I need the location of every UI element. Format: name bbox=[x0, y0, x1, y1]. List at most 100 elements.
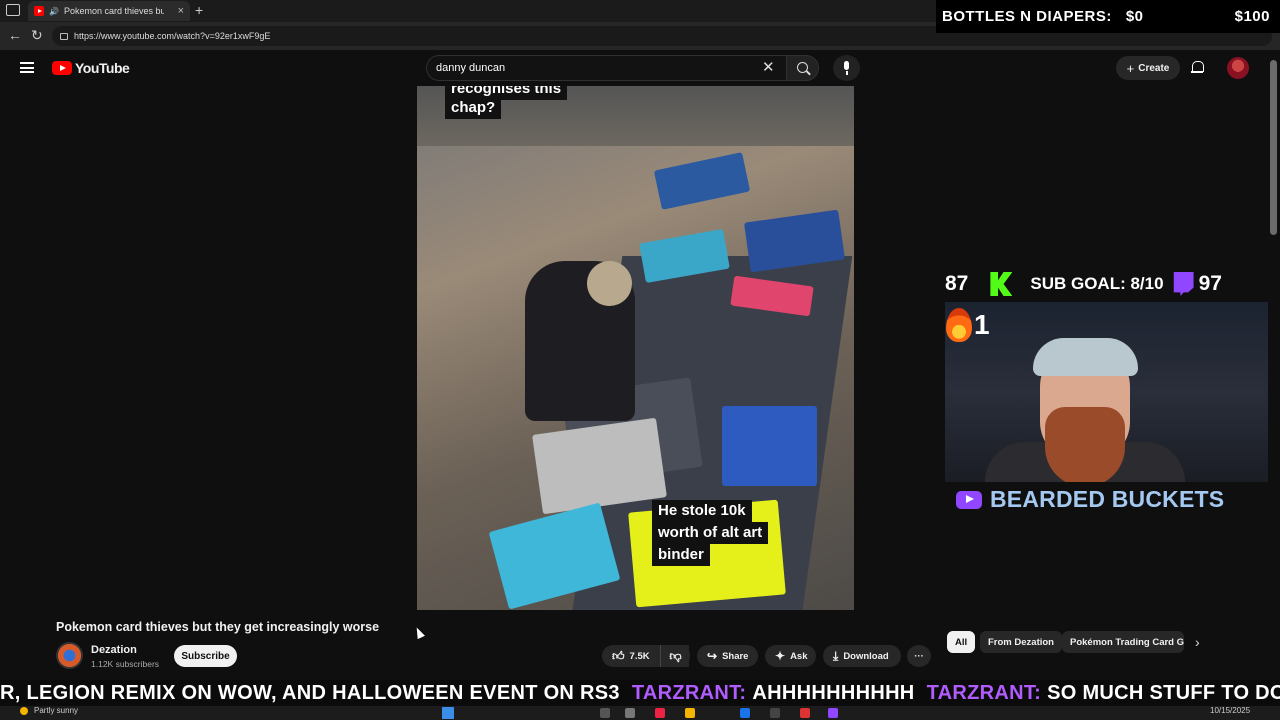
search-button[interactable] bbox=[786, 55, 819, 81]
lock-icon bbox=[60, 32, 68, 40]
new-tab-icon[interactable]: + bbox=[195, 2, 203, 18]
back-arrow-icon[interactable]: ← bbox=[8, 27, 22, 43]
windows-taskbar bbox=[0, 706, 1280, 720]
play-logo-icon bbox=[956, 490, 982, 509]
share-arrow-icon: ↪ bbox=[707, 649, 718, 663]
ticker-message: SO MUCH STUFF TO DO bbox=[1047, 681, 1280, 704]
webcam-hat bbox=[1033, 338, 1138, 376]
streamer-name: BEARDED BUCKETS bbox=[990, 486, 1225, 512]
taskbar-app-icon[interactable] bbox=[625, 708, 635, 718]
video-caption-bottom-line3: binder bbox=[652, 544, 710, 566]
ask-button[interactable]: ✦ Ask bbox=[765, 645, 816, 667]
taskbar-app-icon[interactable] bbox=[828, 708, 838, 718]
taskbar-app-icon[interactable] bbox=[655, 708, 665, 718]
clear-search-icon[interactable]: ✕ bbox=[762, 58, 775, 76]
taskbar-app-icon[interactable] bbox=[685, 708, 695, 718]
window-menu-icon[interactable] bbox=[6, 4, 20, 16]
video-title: Pokemon card thieves but they get increa… bbox=[56, 620, 380, 634]
taskbar-date: 10/15/2025 bbox=[1210, 706, 1251, 715]
taskbar-app-icon[interactable] bbox=[800, 708, 810, 718]
weather-text: Partly sunny bbox=[34, 706, 79, 715]
donation-current: $0 bbox=[1125, 8, 1144, 25]
more-actions-button[interactable]: ··· bbox=[907, 645, 931, 667]
share-label: Share bbox=[722, 650, 749, 662]
kick-follower-count: 87 bbox=[945, 272, 969, 295]
taskbar-app-icon[interactable] bbox=[770, 708, 780, 718]
chip-pokemon-tcg[interactable]: Pokémon Trading Card Ga bbox=[1062, 631, 1184, 653]
create-button[interactable]: + Create bbox=[1116, 56, 1180, 80]
kick-logo-icon bbox=[990, 272, 1013, 296]
sparkle-icon: ✦ bbox=[775, 649, 786, 663]
kick-chat-icon bbox=[918, 684, 923, 702]
sub-goal-text: SUB GOAL: 8/10 bbox=[1030, 274, 1164, 293]
binder bbox=[653, 152, 751, 210]
binder bbox=[722, 406, 817, 486]
chip-all[interactable]: All bbox=[947, 631, 976, 653]
ticker-username: TARZRANT: bbox=[926, 681, 1042, 704]
donation-goal-bar: BOTTLES N DIAPERS: $0 $100 bbox=[936, 0, 1280, 33]
donation-target: $100 bbox=[1234, 8, 1270, 25]
download-button[interactable]: ⤓ Download bbox=[823, 645, 901, 667]
fire-counter: 1 bbox=[946, 308, 990, 342]
channel-avatar[interactable] bbox=[56, 642, 83, 669]
subscriber-count: 1.12K subscribers bbox=[91, 659, 160, 669]
stream-stats-bar: 87 SUB GOAL: 8/10 97 bbox=[945, 266, 1255, 302]
more-icon: ··· bbox=[914, 650, 924, 662]
hamburger-menu-icon[interactable] bbox=[20, 62, 34, 73]
microphone-icon[interactable] bbox=[833, 55, 860, 81]
ticker-message: AHHHHHHHHHH bbox=[752, 681, 915, 704]
fire-icon bbox=[946, 308, 972, 342]
scrollbar-thumb[interactable] bbox=[1270, 60, 1277, 235]
chat-ticker: R, LEGION REMIX ON WOW, AND HALLOWEEN EV… bbox=[0, 680, 1280, 706]
partly-sunny-icon bbox=[20, 706, 28, 715]
streamer-name-banner: BEARDED BUCKETS bbox=[956, 486, 1224, 513]
account-avatar[interactable] bbox=[1227, 57, 1249, 79]
kick-chat-icon bbox=[623, 684, 628, 702]
notifications-bell-icon[interactable] bbox=[1191, 60, 1204, 74]
search-query: danny duncan bbox=[436, 62, 506, 74]
ticker-text: R, LEGION REMIX ON WOW, AND HALLOWEEN EV… bbox=[0, 681, 620, 704]
url-text: https://www.youtube.com/watch?v=92er1xwF… bbox=[74, 31, 271, 41]
thumbs-up-icon: 👍︎ bbox=[612, 648, 625, 663]
fire-count: 1 bbox=[974, 309, 990, 340]
thumbs-down-icon: 👎︎ bbox=[669, 648, 682, 663]
windows-start-icon[interactable] bbox=[442, 707, 454, 719]
tab-title: Pokemon card thieves but the bbox=[63, 6, 164, 16]
download-icon: ⤓ bbox=[833, 648, 839, 663]
like-count: 7.5K bbox=[629, 650, 650, 662]
video-player[interactable]: recognises this chap? He stole 10k worth… bbox=[417, 86, 854, 610]
ask-label: Ask bbox=[790, 650, 808, 662]
plus-icon: + bbox=[1126, 60, 1135, 76]
video-person-head bbox=[587, 261, 632, 306]
taskbar-app-icon[interactable] bbox=[740, 708, 750, 718]
video-caption-top-line2: chap? bbox=[445, 97, 502, 119]
speaker-icon[interactable]: 🔊 bbox=[49, 7, 59, 16]
weather-widget[interactable]: Partly sunny bbox=[20, 706, 78, 715]
video-caption-bottom-line2: worth of alt art bbox=[652, 522, 769, 544]
browser-tab[interactable]: 🔊 Pokemon card thieves but the × bbox=[28, 1, 190, 21]
donation-goal-label: BOTTLES N DIAPERS: bbox=[942, 8, 1112, 25]
share-button[interactable]: ↪ Share bbox=[697, 645, 758, 667]
close-tab-icon[interactable]: × bbox=[178, 5, 184, 17]
youtube-logo-text: YouTube bbox=[75, 60, 130, 76]
chevron-right-icon[interactable]: › bbox=[1195, 634, 1200, 650]
youtube-play-logo-icon bbox=[52, 61, 72, 75]
youtube-favicon-icon bbox=[34, 6, 44, 16]
twitch-follower-count: 97 bbox=[1198, 272, 1222, 295]
mouse-cursor-icon bbox=[413, 625, 425, 640]
youtube-logo[interactable]: YouTube bbox=[52, 60, 130, 76]
taskbar-app-icon[interactable] bbox=[600, 708, 610, 718]
chip-from-channel[interactable]: From Dezation bbox=[980, 631, 1062, 653]
download-label: Download bbox=[843, 650, 889, 662]
streamer-webcam bbox=[945, 302, 1271, 482]
twitch-logo-icon bbox=[1173, 272, 1194, 296]
create-label: Create bbox=[1138, 62, 1170, 74]
subscribe-button[interactable]: Subscribe bbox=[174, 645, 237, 667]
channel-name[interactable]: Dezation bbox=[91, 644, 137, 656]
reload-icon[interactable]: ↻ bbox=[31, 27, 43, 44]
webcam-beard bbox=[1045, 407, 1125, 482]
search-input[interactable]: danny duncan bbox=[426, 55, 786, 81]
video-caption-bottom-line1: He stole 10k bbox=[652, 500, 752, 522]
ticker-username: TARZRANT: bbox=[631, 681, 747, 704]
dislike-button[interactable]: 👎︎ bbox=[660, 645, 690, 667]
